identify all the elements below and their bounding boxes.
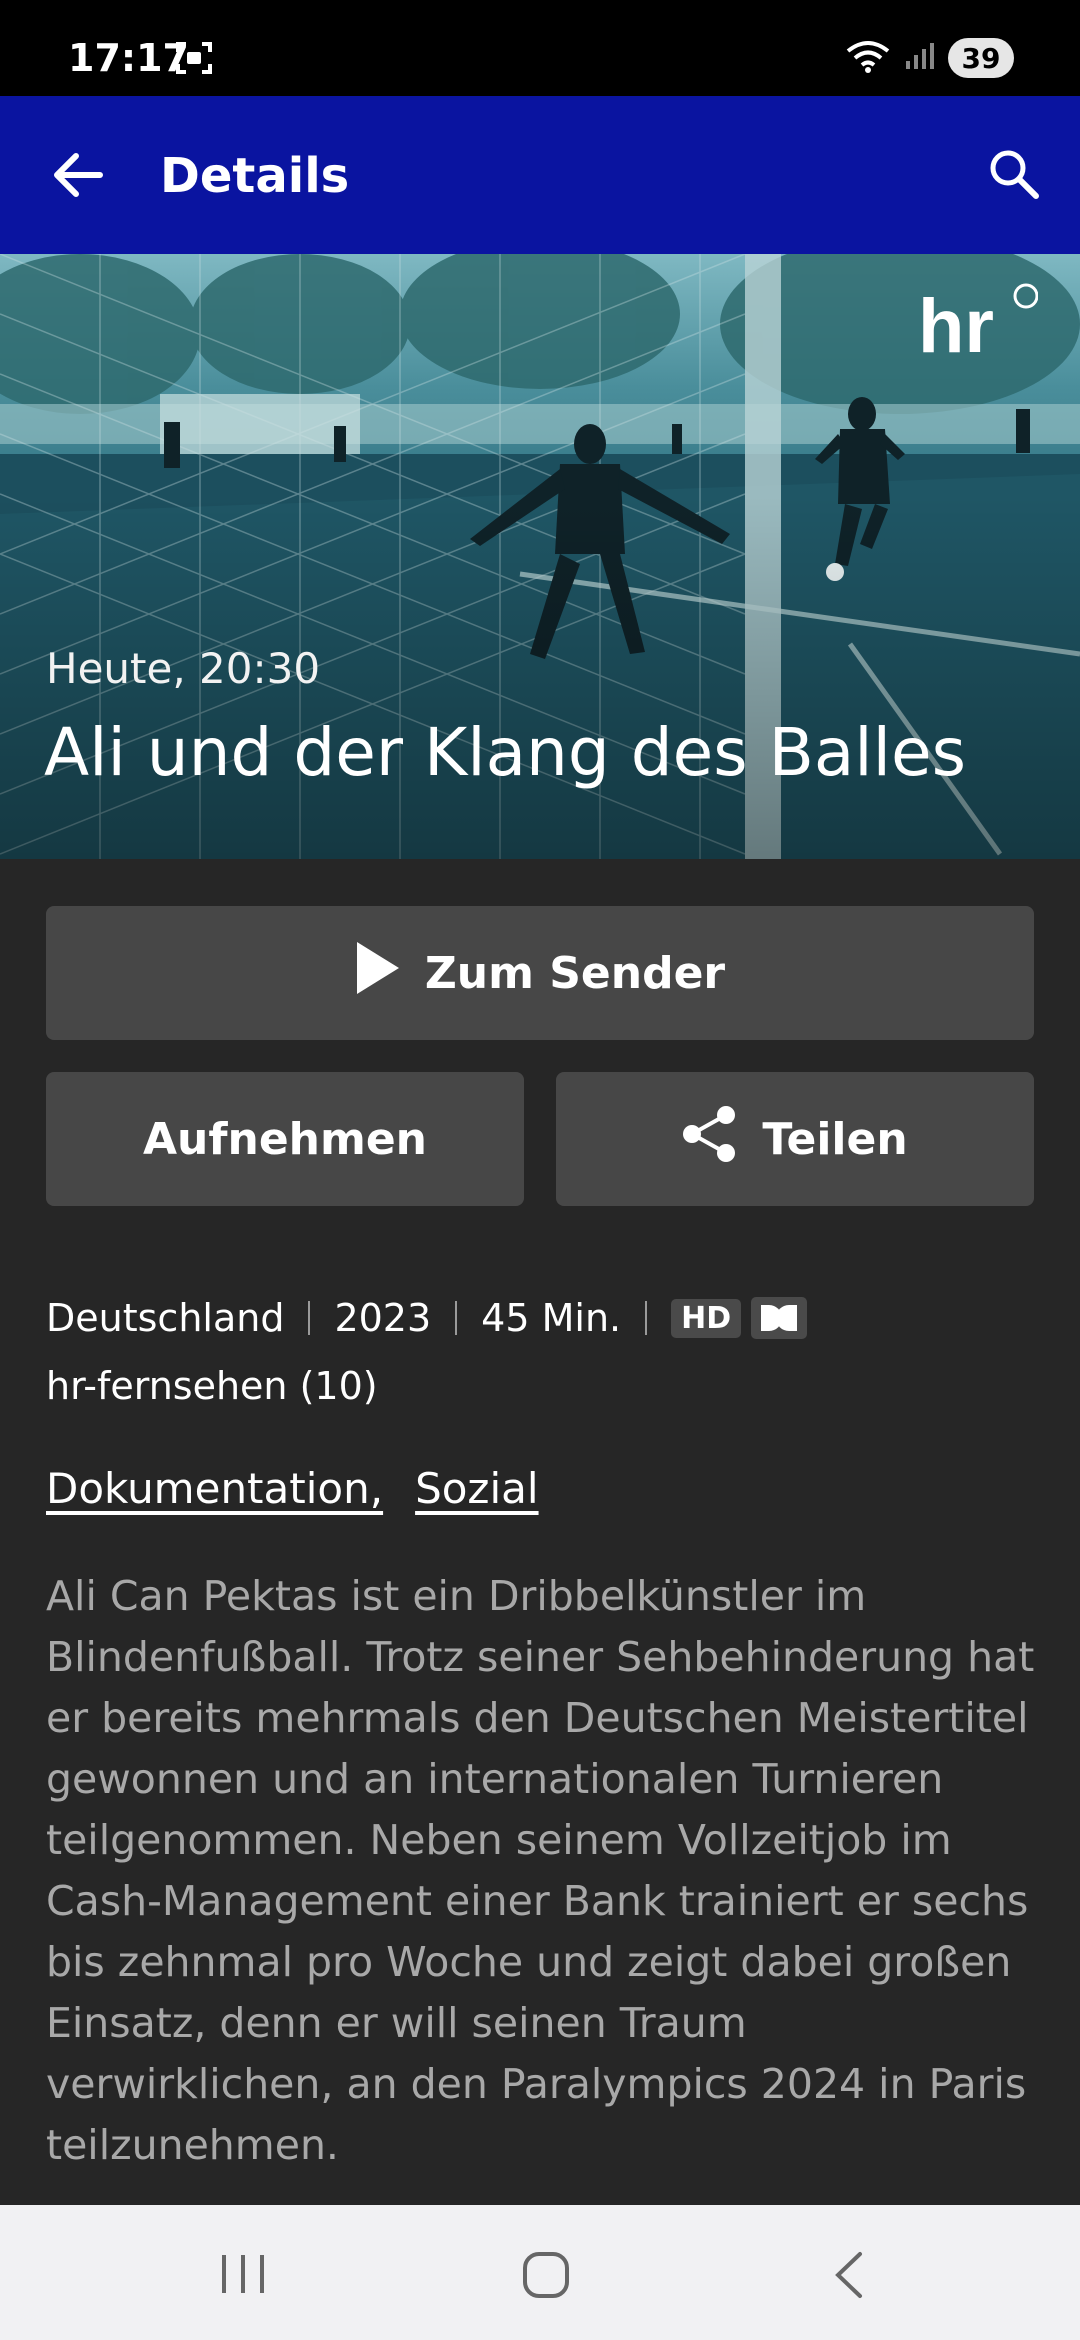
home-icon[interactable] [522, 2251, 570, 2303]
broadcast-time: Heute, 20:30 [46, 644, 321, 693]
record-button[interactable]: Aufnehmen [46, 1072, 524, 1206]
search-icon[interactable] [986, 146, 1042, 206]
meta-row: Deutschland 2023 45 Min. HD [46, 1296, 808, 1340]
record-label: Aufnehmen [142, 1113, 428, 1165]
page-title: Details [160, 148, 350, 204]
zum-sender-button[interactable]: Zum Sender [46, 906, 1034, 1040]
duration: 45 Min. [481, 1296, 622, 1340]
arrow-left-icon[interactable] [50, 148, 104, 206]
recents-icon[interactable] [220, 2251, 266, 2301]
signal-icon [904, 41, 934, 75]
programme-title: Ali und der Klang des Balles [44, 714, 966, 791]
year: 2023 [334, 1296, 432, 1340]
status-bar: 17:17 39 [0, 0, 1080, 96]
programme-description: Ali Can Pektas ist ein Dribbelkünstler i… [46, 1572, 1035, 2169]
share-label: Teilen [762, 1113, 908, 1165]
share-icon [682, 1105, 738, 1174]
country: Deutschland [46, 1296, 285, 1340]
screenshot-icon [174, 40, 214, 80]
zum-sender-label: Zum Sender [424, 947, 726, 999]
system-nav-bar [0, 2205, 1080, 2340]
app-bar: Details [0, 96, 1080, 254]
share-button[interactable]: Teilen [556, 1072, 1034, 1206]
separator [308, 1301, 311, 1335]
channel-name: hr-fernsehen (10) [46, 1364, 378, 1408]
separator [645, 1301, 648, 1335]
dolby-icon [751, 1297, 808, 1339]
status-icons: 39 [846, 38, 1014, 78]
genre-link-sozial[interactable]: Sozial [415, 1464, 538, 1513]
genre-list: Dokumentation, Sozial [46, 1464, 539, 1513]
status-time: 17:17 [68, 36, 189, 80]
play-icon [355, 940, 401, 1007]
battery-indicator: 39 [948, 38, 1014, 78]
hr-logo: hr [918, 282, 1039, 369]
hd-badge: HD [671, 1298, 742, 1338]
wifi-icon [846, 39, 890, 77]
hero-image: hr Heute, 20:30 Ali und der Klang des Ba… [0, 254, 1080, 859]
svg-text:hr: hr [918, 284, 994, 362]
genre-link-dokumentation[interactable]: Dokumentation, [46, 1464, 383, 1513]
separator [455, 1301, 458, 1335]
nav-back-icon[interactable] [830, 2251, 866, 2303]
